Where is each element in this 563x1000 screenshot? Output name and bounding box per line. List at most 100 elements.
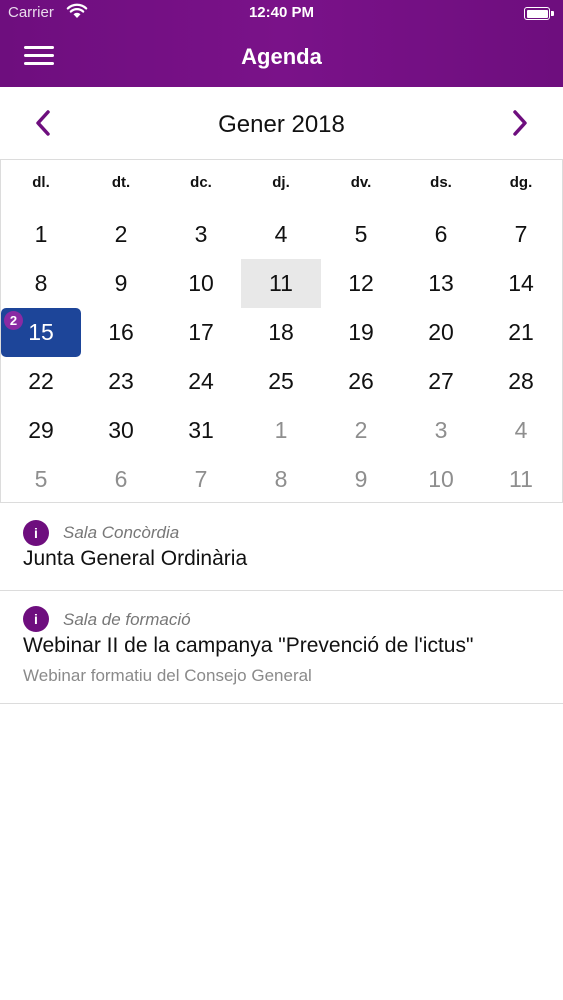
calendar-week-row: 22 23 24 25 26 27 28 (1, 357, 561, 406)
info-icon: i (23, 520, 49, 546)
calendar-day[interactable]: 26 (321, 357, 401, 406)
day-number: 5 (354, 221, 368, 247)
event-count-badge: 2 (4, 311, 23, 330)
weekday-label: ds. (430, 174, 452, 191)
weekday-header: dl. dt. dc. dj. dv. ds. dg. (1, 174, 561, 191)
calendar-day[interactable]: 27 (401, 357, 481, 406)
day-number: 10 (188, 270, 214, 296)
calendar-day[interactable]: 7 (481, 210, 561, 259)
day-number: 26 (348, 368, 374, 394)
calendar-week-row: 1 2 3 4 5 6 7 (1, 210, 561, 259)
event-title: Webinar II de la campanya "Prevenció de … (23, 634, 474, 657)
calendar-day[interactable]: 12 (321, 259, 401, 308)
day-number: 17 (188, 319, 214, 345)
calendar-week-row: 15 2 16 17 18 19 20 21 (1, 308, 561, 357)
day-number: 1 (274, 417, 288, 443)
calendar-week-row: 5 6 7 8 9 10 11 (1, 455, 561, 504)
calendar-day[interactable]: 2 (321, 406, 401, 455)
day-number: 18 (268, 319, 294, 345)
calendar-day[interactable]: 5 (321, 210, 401, 259)
calendar-day-today[interactable]: 11 (241, 259, 321, 308)
calendar-days: 1 2 3 4 5 6 7 8 9 10 11 12 13 14 15 2 16 17 18 19 20 21 22 23 24… (1, 210, 561, 504)
day-number: 5 (34, 466, 48, 492)
calendar-day[interactable]: 6 (401, 210, 481, 259)
calendar-day[interactable]: 1 (1, 210, 81, 259)
day-number: 7 (194, 466, 208, 492)
event-item[interactable]: i Sala de formació Webinar II de la camp… (0, 591, 563, 704)
day-number: 19 (348, 319, 374, 345)
month-navigation: Gener 2018 (0, 87, 563, 159)
calendar-day[interactable]: 19 (321, 308, 401, 357)
calendar-day[interactable]: 9 (321, 455, 401, 504)
calendar-day[interactable]: 3 (161, 210, 241, 259)
event-location: Sala de formació (63, 610, 191, 629)
info-icon: i (23, 606, 49, 632)
calendar-day[interactable]: 9 (81, 259, 161, 308)
calendar-day[interactable]: 28 (481, 357, 561, 406)
calendar-day[interactable]: 21 (481, 308, 561, 357)
day-number: 2 (354, 417, 368, 443)
day-number: 7 (514, 221, 528, 247)
day-number: 30 (108, 417, 134, 443)
day-number: 11 (509, 466, 533, 492)
calendar-day[interactable]: 30 (81, 406, 161, 455)
calendar-day[interactable]: 11 (481, 455, 561, 504)
day-number: 8 (34, 270, 48, 296)
calendar-day[interactable]: 13 (401, 259, 481, 308)
month-title: Gener 2018 (218, 111, 345, 138)
page-title: Agenda (241, 44, 322, 69)
status-bar: Carrier 12:40 PM (0, 0, 563, 28)
event-description: Webinar formatiu del Consejo General (23, 666, 312, 685)
calendar-day[interactable]: 6 (81, 455, 161, 504)
day-number: 6 (114, 466, 128, 492)
event-item[interactable]: i Sala Concòrdia Junta General Ordinària (0, 503, 563, 591)
day-number: 22 (28, 368, 54, 394)
calendar-day[interactable]: 23 (81, 357, 161, 406)
calendar-day-selected[interactable]: 15 2 (1, 308, 81, 357)
weekday-label: dl. (32, 174, 50, 191)
calendar-day[interactable]: 10 (401, 455, 481, 504)
weekday-label: dv. (350, 174, 372, 191)
event-title: Junta General Ordinària (23, 547, 248, 570)
day-number: 4 (274, 221, 288, 247)
day-number: 27 (428, 368, 454, 394)
calendar-day[interactable]: 17 (161, 308, 241, 357)
calendar-day[interactable]: 31 (161, 406, 241, 455)
day-number: 15 (28, 319, 54, 345)
calendar-grid: dl. dt. dc. dj. dv. ds. dg. 1 2 3 4 5 6 7 8 9 10 11 12 13 1… (0, 159, 563, 503)
calendar-week-row: 29 30 31 1 2 3 4 (1, 406, 561, 455)
calendar-day[interactable]: 20 (401, 308, 481, 357)
calendar-day[interactable]: 4 (481, 406, 561, 455)
calendar-day[interactable]: 10 (161, 259, 241, 308)
calendar-day[interactable]: 3 (401, 406, 481, 455)
calendar-day[interactable]: 22 (1, 357, 81, 406)
day-number: 12 (348, 270, 374, 296)
calendar-day[interactable]: 5 (1, 455, 81, 504)
top-bar: Carrier 12:40 PM Agenda (0, 0, 563, 87)
day-number: 20 (428, 319, 454, 345)
weekday-label: dg. (509, 174, 533, 191)
day-number: 4 (514, 417, 528, 443)
calendar-day[interactable]: 7 (161, 455, 241, 504)
day-number: 31 (188, 417, 214, 443)
calendar-day[interactable]: 2 (81, 210, 161, 259)
day-number: 29 (28, 417, 54, 443)
calendar-day[interactable]: 24 (161, 357, 241, 406)
calendar-day[interactable]: 4 (241, 210, 321, 259)
day-number: 10 (428, 466, 454, 492)
day-number: 2 (114, 221, 128, 247)
chevron-right-icon[interactable] (503, 107, 535, 139)
day-number: 24 (188, 368, 214, 394)
calendar-day[interactable]: 16 (81, 308, 161, 357)
calendar-day[interactable]: 1 (241, 406, 321, 455)
calendar-day[interactable]: 8 (1, 259, 81, 308)
day-number: 6 (434, 221, 448, 247)
calendar-day[interactable]: 8 (241, 455, 321, 504)
weekday-label: dt. (111, 174, 131, 191)
day-number: 23 (108, 368, 134, 394)
calendar-day[interactable]: 18 (241, 308, 321, 357)
calendar-day[interactable]: 29 (1, 406, 81, 455)
day-number: 1 (34, 221, 48, 247)
calendar-day[interactable]: 14 (481, 259, 561, 308)
calendar-day[interactable]: 25 (241, 357, 321, 406)
